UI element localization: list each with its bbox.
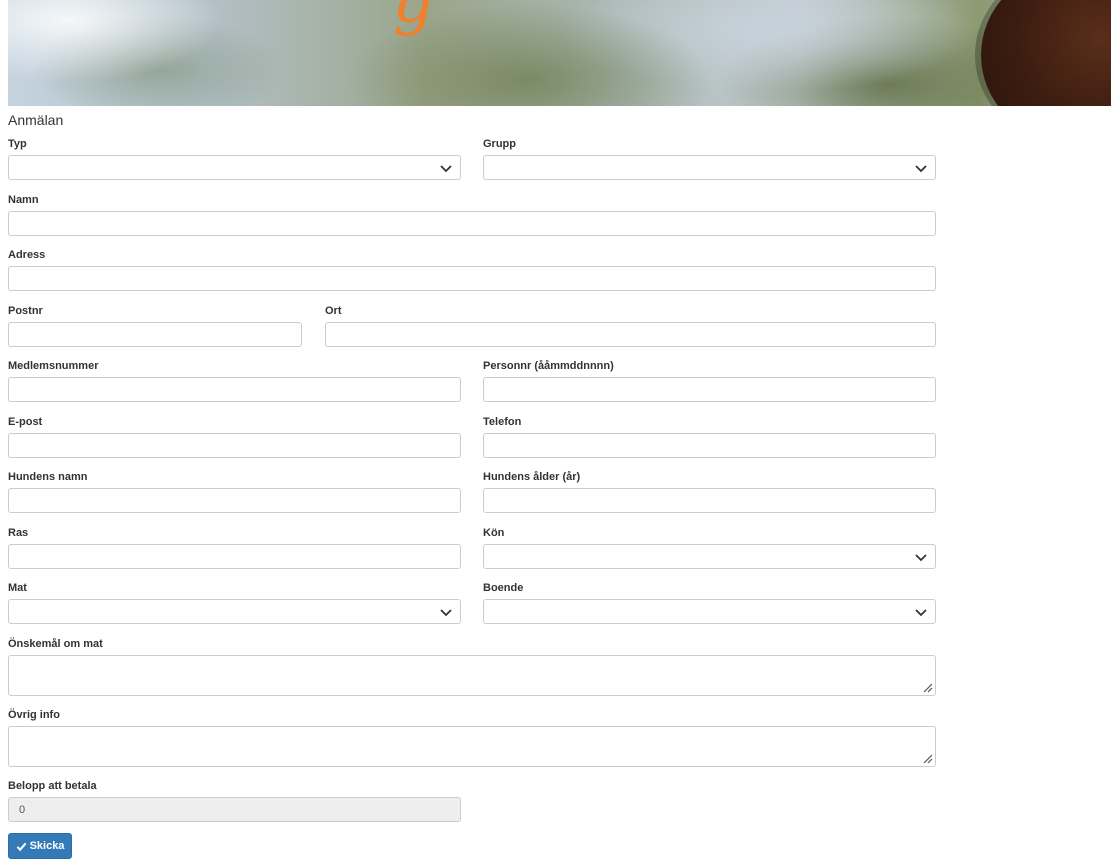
postnr-input[interactable] <box>8 322 302 347</box>
ovrig-info-textarea[interactable] <box>8 726 936 767</box>
banner-logo-letter: g <box>393 0 434 38</box>
onskemal-textarea[interactable] <box>8 655 936 696</box>
kon-label: Kön <box>483 527 505 539</box>
typ-label: Typ <box>8 138 27 150</box>
kon-select[interactable] <box>483 544 936 569</box>
submit-button[interactable]: Skicka <box>8 833 72 859</box>
ovrig-info-label: Övrig info <box>8 709 60 721</box>
check-icon <box>16 842 26 851</box>
submit-button-label: Skicka <box>29 840 65 852</box>
chevron-down-icon <box>915 554 927 562</box>
epost-label: E-post <box>8 416 43 428</box>
hundens-namn-input[interactable] <box>8 488 461 513</box>
adress-input[interactable] <box>8 266 936 291</box>
form-title: Anmälan <box>8 112 64 128</box>
onskemal-label: Önskemål om mat <box>8 638 103 650</box>
resize-handle-icon[interactable] <box>921 752 933 764</box>
header-banner: g <box>8 0 1111 106</box>
telefon-label: Telefon <box>483 416 522 428</box>
boende-select[interactable] <box>483 599 936 624</box>
ras-input[interactable] <box>8 544 461 569</box>
chevron-down-icon <box>440 165 452 173</box>
mat-label: Mat <box>8 582 27 594</box>
medlemsnummer-input[interactable] <box>8 377 461 402</box>
telefon-input[interactable] <box>483 433 936 458</box>
personnr-label: Personnr (ååmmddnnnn) <box>483 360 614 372</box>
belopp-readonly-field: 0 <box>8 797 461 822</box>
grupp-label: Grupp <box>483 138 516 150</box>
typ-select[interactable] <box>8 155 461 180</box>
chevron-down-icon <box>440 609 452 617</box>
chevron-down-icon <box>915 165 927 173</box>
hundens-alder-label: Hundens ålder (år) <box>483 471 581 483</box>
boende-label: Boende <box>483 582 524 594</box>
ort-input[interactable] <box>325 322 936 347</box>
postnr-label: Postnr <box>8 305 43 317</box>
hundens-alder-input[interactable] <box>483 488 936 513</box>
ort-label: Ort <box>325 305 342 317</box>
resize-handle-icon[interactable] <box>921 681 933 693</box>
epost-input[interactable] <box>8 433 461 458</box>
belopp-label: Belopp att betala <box>8 780 97 792</box>
namn-input[interactable] <box>8 211 936 236</box>
adress-label: Adress <box>8 249 46 261</box>
namn-label: Namn <box>8 194 39 206</box>
banner-dog-image <box>981 0 1111 106</box>
chevron-down-icon <box>915 609 927 617</box>
medlemsnummer-label: Medlemsnummer <box>8 360 99 372</box>
hundens-namn-label: Hundens namn <box>8 471 88 483</box>
grupp-select[interactable] <box>483 155 936 180</box>
mat-select[interactable] <box>8 599 461 624</box>
personnr-input[interactable] <box>483 377 936 402</box>
ras-label: Ras <box>8 527 29 539</box>
